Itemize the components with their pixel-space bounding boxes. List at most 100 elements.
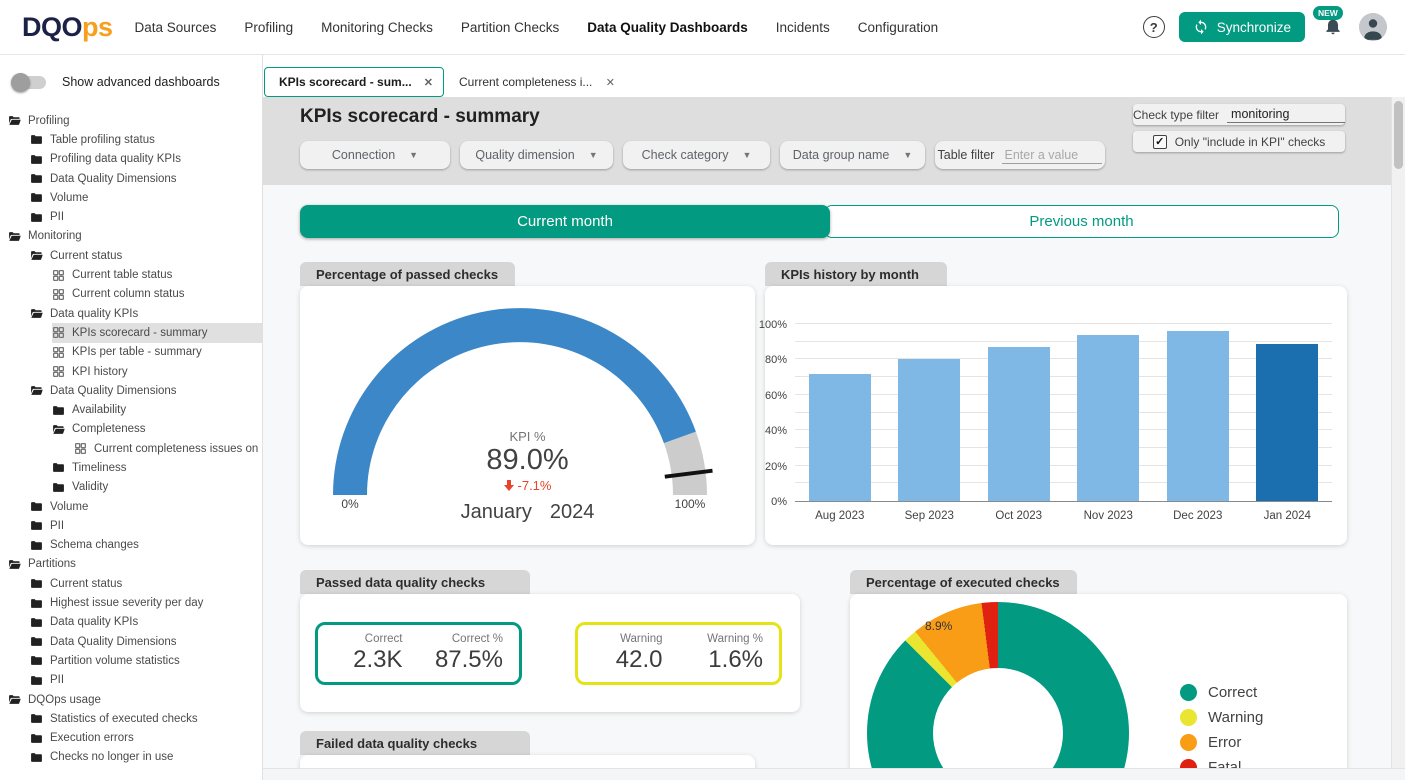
sidebar-item-current-completeness-issues-on-colu[interactable]: Current completeness issues on colu: [0, 439, 262, 458]
tree-indent: [0, 439, 74, 458]
kpi-checkbox[interactable]: ✓: [1153, 135, 1167, 149]
legend-color-dot: [1180, 759, 1197, 768]
nav-item-data-sources[interactable]: Data Sources: [135, 20, 217, 35]
sidebar-item-availability[interactable]: Availability: [0, 400, 262, 419]
sidebar-item-partitions[interactable]: Partitions: [0, 555, 262, 574]
sidebar-item-table-profiling-status[interactable]: Table profiling status: [0, 130, 262, 149]
close-icon[interactable]: ✕: [598, 76, 615, 89]
filter-dropdown-check-category[interactable]: Check category▼: [623, 141, 770, 169]
sidebar-item-kpi-history[interactable]: KPI history: [0, 362, 262, 381]
filter-dropdown-data-group-name[interactable]: Data group name ▼: [780, 141, 925, 169]
bar-nov-2023[interactable]: [1077, 335, 1139, 501]
sidebar-item-validity[interactable]: Validity: [0, 478, 262, 497]
sidebar-item-execution-errors[interactable]: Execution errors: [0, 729, 262, 748]
sidebar-item-volume[interactable]: Volume: [0, 188, 262, 207]
tree-indent: [0, 169, 30, 188]
notifications-bell[interactable]: NEW: [1323, 15, 1345, 39]
sidebar-item-profiling-data-quality-kpis[interactable]: Profiling data quality KPIs: [0, 150, 262, 169]
tree-indent: [0, 632, 30, 651]
filter-dropdown-quality-dimension[interactable]: Quality dimension▼: [460, 141, 613, 169]
sidebar-item-current-status[interactable]: Current status: [0, 246, 262, 265]
legend-label: Error: [1208, 734, 1241, 751]
folder-open-icon: [8, 557, 22, 571]
legend-color-dot: [1180, 684, 1197, 701]
horizontal-scrollbar[interactable]: [263, 768, 1405, 780]
scrollbar-thumb[interactable]: [1394, 101, 1403, 169]
sync-icon: [1193, 19, 1209, 35]
tree-item-content: Statistics of executed checks: [30, 709, 262, 728]
bar-aug-2023[interactable]: [809, 374, 871, 501]
tree-indent: [0, 555, 8, 574]
tree-indent: [0, 400, 52, 419]
bar-sep-2023[interactable]: [898, 359, 960, 501]
check-type-filter-value[interactable]: monitoring: [1227, 107, 1345, 123]
sidebar-item-label: Current status: [50, 250, 122, 262]
filter-pills: Connection▼ Quality dimension▼ Check categ…: [300, 141, 1105, 169]
sidebar-item-label: Data quality KPIs: [50, 308, 138, 320]
sidebar-item-volume[interactable]: Volume: [0, 497, 262, 516]
bar-jan-2024[interactable]: [1256, 344, 1318, 502]
sidebar-item-dqops-usage[interactable]: DQOps usage: [0, 690, 262, 709]
sidebar-item-profiling[interactable]: Profiling: [0, 111, 262, 130]
sidebar-item-data-quality-dimensions[interactable]: Data Quality Dimensions: [0, 632, 262, 651]
sidebar-item-label: DQOps usage: [28, 694, 101, 706]
nav-item-incidents[interactable]: Incidents: [776, 20, 830, 35]
legend-item-error[interactable]: Error: [1180, 734, 1263, 751]
sidebar-item-checks-no-longer-in-use[interactable]: Checks no longer in use: [0, 748, 262, 767]
bar-oct-2023[interactable]: [988, 347, 1050, 501]
sidebar-item-timeliness[interactable]: Timeliness: [0, 458, 262, 477]
tab-current-month[interactable]: Current month: [300, 205, 830, 238]
dqops-logo[interactable]: DQOps: [22, 12, 113, 43]
user-avatar[interactable]: [1359, 13, 1387, 41]
synchronize-button[interactable]: Synchronize: [1179, 12, 1305, 42]
sidebar-item-data-quality-kpis[interactable]: Data quality KPIs: [0, 613, 262, 632]
bar-slot: [795, 325, 885, 501]
legend-item-warning[interactable]: Warning: [1180, 709, 1263, 726]
sidebar-item-pii[interactable]: PII: [0, 671, 262, 690]
bar-dec-2023[interactable]: [1167, 331, 1229, 501]
chevron-down-icon: ▼: [742, 150, 751, 160]
sidebar-item-schema-changes[interactable]: Schema changes: [0, 536, 262, 555]
sidebar-item-label: Data Quality Dimensions: [50, 385, 177, 397]
sidebar-item-current-column-status[interactable]: Current column status: [0, 285, 262, 304]
help-icon[interactable]: ?: [1143, 16, 1165, 38]
sidebar-item-statistics-of-executed-checks[interactable]: Statistics of executed checks: [0, 709, 262, 728]
vertical-scrollbar[interactable]: [1391, 97, 1405, 768]
tab-kpis-scorecard-sum[interactable]: KPIs scorecard - sum...✕: [264, 67, 444, 97]
sidebar-item-current-status[interactable]: Current status: [0, 574, 262, 593]
sidebar-item-current-table-status[interactable]: Current table status: [0, 265, 262, 284]
sidebar-item-highest-issue-severity-per-day[interactable]: Highest issue severity per day: [0, 593, 262, 612]
nav-item-configuration[interactable]: Configuration: [858, 20, 938, 35]
sidebar-item-pii[interactable]: PII: [0, 516, 262, 535]
bar-slot: [1153, 325, 1243, 501]
close-icon[interactable]: ✕: [416, 76, 433, 89]
nav-item-profiling[interactable]: Profiling: [244, 20, 293, 35]
tab-previous-month[interactable]: Previous month: [824, 205, 1339, 238]
sidebar-item-data-quality-kpis[interactable]: Data quality KPIs: [0, 304, 262, 323]
sidebar-item-kpis-scorecard-summary[interactable]: KPIs scorecard - summary: [0, 323, 262, 342]
sidebar-item-data-quality-dimensions[interactable]: Data Quality Dimensions: [0, 381, 262, 400]
sidebar-item-completeness[interactable]: Completeness: [0, 420, 262, 439]
nav-item-partition-checks[interactable]: Partition Checks: [461, 20, 559, 35]
tree-indent: [0, 343, 52, 362]
folder-icon: [52, 480, 66, 494]
stat-metric-warning: Warning %1.6%: [679, 633, 780, 674]
sidebar-item-pii[interactable]: PII: [0, 207, 262, 226]
sidebar-item-data-quality-dimensions[interactable]: Data Quality Dimensions: [0, 169, 262, 188]
nav-item-monitoring-checks[interactable]: Monitoring Checks: [321, 20, 433, 35]
chevron-down-icon: ▼: [903, 150, 912, 160]
advanced-dashboards-toggle[interactable]: [14, 76, 46, 89]
nav-item-data-quality-dashboards[interactable]: Data Quality Dashboards: [587, 20, 748, 35]
section-tab-executed-checks-pct: Percentage of executed checks: [850, 570, 1077, 594]
tab-current-completeness-i[interactable]: Current completeness i...✕: [445, 67, 625, 97]
filter-label: Data group name: [793, 148, 890, 162]
sidebar-item-kpis-per-table-summary[interactable]: KPIs per table - summary: [0, 343, 262, 362]
sidebar-item-monitoring[interactable]: Monitoring: [0, 227, 262, 246]
filter-dropdown-connection[interactable]: Connection▼: [300, 141, 450, 169]
legend-item-fatal[interactable]: Fatal: [1180, 759, 1263, 768]
tree-indent: [0, 651, 30, 670]
sidebar-item-partition-volume-statistics[interactable]: Partition volume statistics: [0, 651, 262, 670]
table-filter-input[interactable]: [1002, 147, 1102, 164]
legend-item-correct[interactable]: Correct: [1180, 684, 1263, 701]
dashboard-grid-icon: [52, 287, 66, 301]
